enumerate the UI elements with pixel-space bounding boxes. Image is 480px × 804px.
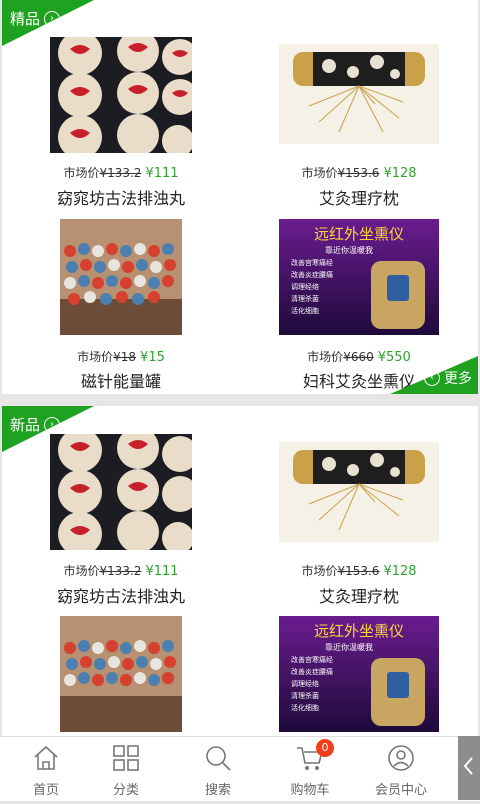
new-products-section: 新品 › 市场价¥133.2 ¥111 窈窕坊古法排浊丸 市场价¥153.6 ¥… xyxy=(2,406,478,736)
svg-text:改善宫寒痛经: 改善宫寒痛经 xyxy=(291,258,333,267)
svg-text:活化细胞: 活化细胞 xyxy=(291,306,319,315)
current-price: ¥111 xyxy=(145,166,179,181)
current-price: ¥128 xyxy=(383,564,417,579)
current-price: ¥111 xyxy=(145,564,179,579)
product-name[interactable]: 艾灸理疗枕 xyxy=(240,185,478,209)
promo-subtitle: 靠近你温暖我 xyxy=(325,245,373,255)
svg-text:改善炎症腰痛: 改善炎症腰痛 xyxy=(291,667,333,676)
pillow-image xyxy=(279,442,439,542)
svg-text:清理杀菌: 清理杀菌 xyxy=(291,691,319,700)
old-price: ¥660 xyxy=(343,350,374,364)
user-icon xyxy=(388,745,414,771)
nav-search[interactable]: 搜索 xyxy=(172,737,264,801)
promo-title: 远红外坐熏仪 xyxy=(314,225,404,243)
chevron-left-icon xyxy=(463,757,473,775)
product-card[interactable]: 市场价¥133.2 ¥111 窈窕坊古法排浊丸 xyxy=(2,406,240,606)
market-price-label: 市场价 xyxy=(307,350,344,364)
product-card[interactable]: 市场价¥133.2 ¥111 窈窕坊古法排浊丸 xyxy=(2,0,240,210)
nav-member[interactable]: 会员中心 xyxy=(355,737,447,801)
nav-category[interactable]: 分类 xyxy=(80,737,172,801)
home-icon xyxy=(34,745,58,770)
product-name[interactable]: 艾灸理疗枕 xyxy=(240,583,478,607)
svg-text:改善宫寒痛经: 改善宫寒痛经 xyxy=(291,655,333,664)
old-price: ¥133.2 xyxy=(99,564,142,578)
nav-member-label: 会员中心 xyxy=(374,783,427,798)
device-image: 远红外坐熏仪 靠近你温暖我 改善宫寒痛经 改善炎症腰痛 调理经络 清理杀菌 活化… xyxy=(279,616,439,732)
price-row: 市场价¥153.6 ¥128 xyxy=(240,562,478,579)
old-price: ¥133.2 xyxy=(99,166,142,180)
svg-text:改善炎症腰痛: 改善炎症腰痛 xyxy=(291,270,333,279)
market-price-label: 市场价 xyxy=(63,564,100,578)
pillow-image xyxy=(279,44,439,144)
device-image: 远红外坐熏仪 靠近你温暖我 改善宫寒痛经 改善炎症腰痛 调理经络 清理杀菌 活化… xyxy=(279,219,439,335)
product-name[interactable]: 磁针能量罐 xyxy=(2,368,240,392)
bottom-nav: 首页 分类 搜索 0 购物车 会员中心 xyxy=(0,736,480,801)
svg-text:调理经络: 调理经络 xyxy=(291,679,319,688)
more-link[interactable]: ‹ 更多 xyxy=(424,368,472,388)
product-name[interactable]: 窈窕坊古法排浊丸 xyxy=(2,583,240,607)
product-card[interactable] xyxy=(2,606,240,736)
nav-search-label: 搜索 xyxy=(204,783,231,798)
product-card[interactable]: 市场价¥153.6 ¥128 艾灸理疗枕 xyxy=(240,0,478,210)
product-card[interactable]: 远红外坐熏仪 靠近你温暖我 改善宫寒痛经 改善炎症腰痛 调理经络 清理杀菌 活化… xyxy=(240,606,478,736)
arrow-left-icon: ‹ xyxy=(424,370,440,386)
nav-home[interactable]: 首页 xyxy=(0,737,92,801)
featured-section: 精品 › 市场价¥133.2 ¥111 窈窕坊古法排浊丸 市场价¥153.6 ¥… xyxy=(2,0,478,394)
svg-text:清理杀菌: 清理杀菌 xyxy=(291,294,319,303)
svg-text:活化细胞: 活化细胞 xyxy=(291,703,319,712)
product-card[interactable]: 市场价¥153.6 ¥128 艾灸理疗枕 xyxy=(240,406,478,606)
search-icon xyxy=(206,746,231,771)
old-price: ¥153.6 xyxy=(337,166,380,180)
old-price: ¥18 xyxy=(113,350,137,364)
product-name[interactable]: 窈窕坊古法排浊丸 xyxy=(2,185,240,209)
promo-title: 远红外坐熏仪 xyxy=(314,622,404,640)
price-row: 市场价¥18 ¥15 xyxy=(2,348,240,365)
nav-cart-label: 购物车 xyxy=(290,783,330,798)
market-price-label: 市场价 xyxy=(301,166,338,180)
side-panel-toggle[interactable] xyxy=(458,736,480,800)
price-row: 市场价¥153.6 ¥128 xyxy=(240,164,478,181)
nav-category-label: 分类 xyxy=(112,783,139,798)
cart-count-badge: 0 xyxy=(316,739,334,757)
promo-subtitle: 靠近你温暖我 xyxy=(325,642,373,652)
current-price: ¥128 xyxy=(383,166,417,181)
svg-text:调理经络: 调理经络 xyxy=(291,282,319,291)
nav-home-label: 首页 xyxy=(32,783,59,798)
market-price-label: 市场价 xyxy=(63,166,100,180)
more-label-text: 更多 xyxy=(444,371,472,387)
nav-cart[interactable]: 0 购物车 xyxy=(264,737,356,801)
market-price-label: 市场价 xyxy=(301,564,338,578)
pills-image xyxy=(50,37,192,153)
market-price-label: 市场价 xyxy=(77,350,114,364)
current-price: ¥15 xyxy=(140,350,165,365)
price-row: 市场价¥133.2 ¥111 xyxy=(2,562,240,579)
product-card[interactable]: 市场价¥18 ¥15 磁针能量罐 xyxy=(2,210,240,394)
pills-image xyxy=(50,434,192,550)
cups-image xyxy=(60,219,182,335)
old-price: ¥153.6 xyxy=(337,564,380,578)
cups-image xyxy=(60,616,182,732)
category-grid-icon xyxy=(113,745,139,771)
price-row: 市场价¥133.2 ¥111 xyxy=(2,164,240,181)
